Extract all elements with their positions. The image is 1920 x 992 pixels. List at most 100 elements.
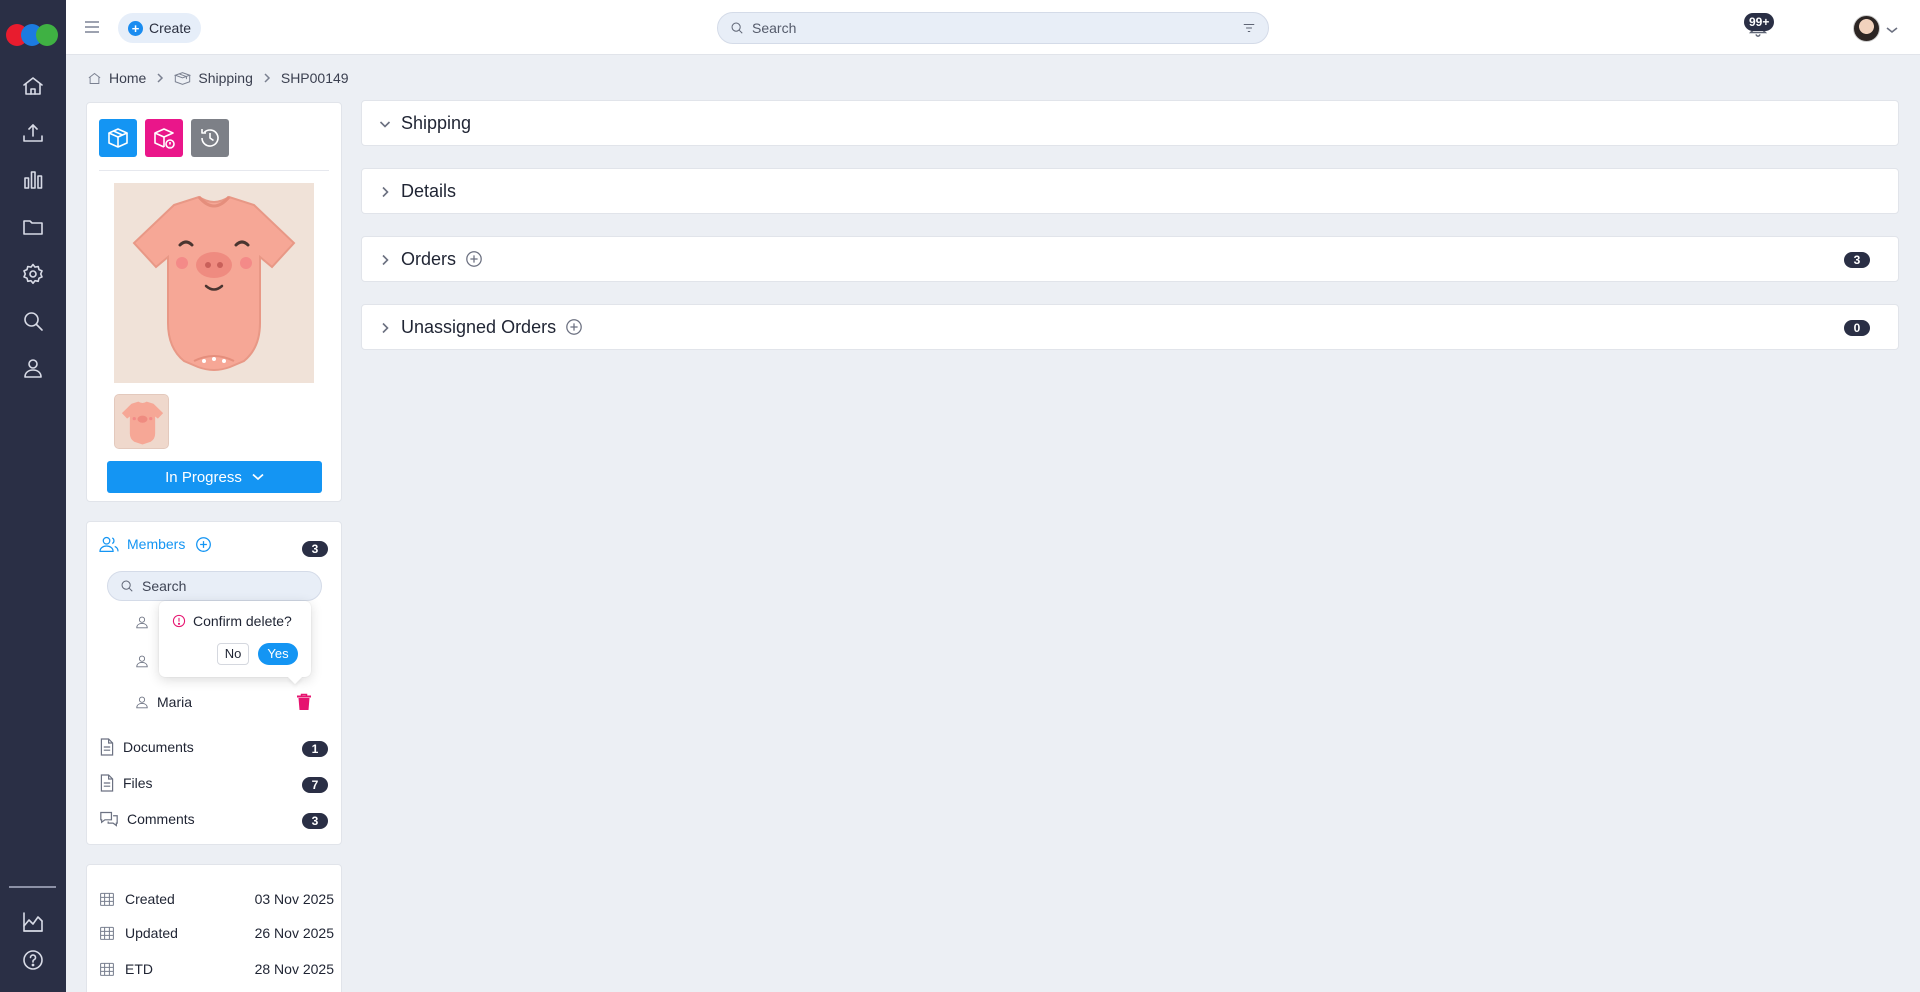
top-bar: + Create Search: [66, 0, 1920, 55]
member-search-input[interactable]: Search: [107, 571, 322, 601]
members-count-badge: 3: [302, 541, 328, 557]
package-alert-icon: [154, 128, 175, 149]
add-order-icon[interactable]: [465, 250, 483, 268]
member-item[interactable]: Maria: [135, 694, 192, 710]
filter-icon[interactable]: [1242, 21, 1256, 35]
trash-icon[interactable]: [296, 693, 312, 711]
section-unassigned-orders[interactable]: Unassigned Orders 0: [361, 304, 1899, 350]
member-item[interactable]: [135, 615, 157, 629]
etd-date-row: ETD 28 Nov 2025: [99, 961, 334, 977]
global-search-placeholder: Search: [752, 20, 797, 36]
files-link[interactable]: Files: [99, 774, 153, 792]
delete-confirm-popover: Confirm delete? No Yes: [159, 601, 311, 677]
section-title: Details: [401, 180, 457, 201]
product-image[interactable]: [114, 183, 314, 383]
add-unassigned-order-icon[interactable]: [565, 318, 583, 336]
unassigned-count-badge: 0: [1844, 320, 1870, 336]
search-icon: [121, 580, 133, 592]
user-icon: [136, 696, 148, 709]
home-icon: [88, 72, 101, 84]
add-member-icon[interactable]: [195, 536, 212, 553]
documents-link[interactable]: Documents: [99, 738, 194, 756]
avatar[interactable]: [1853, 15, 1880, 42]
etd-value: 28 Nov 2025: [254, 961, 334, 977]
members-header[interactable]: Members: [99, 535, 212, 553]
user-icon[interactable]: [19, 354, 47, 382]
confirm-no-button[interactable]: No: [217, 643, 249, 665]
package-type-button[interactable]: [99, 119, 137, 157]
breadcrumb-shipping[interactable]: Shipping: [198, 70, 253, 86]
package-icon: [108, 128, 128, 148]
member-item[interactable]: [135, 654, 157, 668]
search-icon: [731, 22, 743, 34]
calendar-icon: [100, 926, 114, 940]
product-thumbnail[interactable]: [114, 394, 169, 449]
rail-divider: [9, 886, 56, 888]
members-card: Members 3 Search Maria Documents 1 Files…: [86, 521, 342, 845]
global-search-input[interactable]: Search: [717, 12, 1269, 44]
package-alert-button[interactable]: [145, 119, 183, 157]
help-icon[interactable]: [19, 946, 47, 974]
section-title: Orders: [401, 248, 457, 269]
breadcrumb-current: SHP00149: [280, 70, 349, 86]
history-button[interactable]: [191, 119, 229, 157]
plus-icon: +: [128, 20, 143, 36]
section-shipping[interactable]: Shipping: [361, 100, 1899, 146]
confirm-text: Confirm delete?: [193, 613, 292, 629]
files-count-badge: 7: [302, 777, 328, 793]
shipping-box-icon: [174, 71, 192, 85]
create-button[interactable]: + Create: [118, 13, 202, 43]
comments-count-badge: 3: [302, 813, 328, 829]
chevron-right-icon: [264, 73, 270, 83]
documents-label: Documents: [123, 739, 194, 755]
status-label: In Progress: [165, 468, 242, 486]
created-date-row: Created 03 Nov 2025: [99, 891, 334, 907]
comments-label: Comments: [127, 811, 195, 827]
user-icon: [136, 655, 148, 668]
orders-count-badge: 3: [1844, 252, 1870, 268]
updated-date-row: Updated 26 Nov 2025: [99, 925, 334, 941]
analytics-icon[interactable]: [19, 908, 47, 936]
history-icon: [201, 129, 219, 147]
file-icon: [100, 774, 114, 792]
member-search-placeholder: Search: [142, 578, 187, 594]
section-details[interactable]: Details: [361, 168, 1899, 214]
chevron-down-icon: [252, 473, 264, 481]
media-card: In Progress: [86, 102, 342, 502]
files-label: Files: [123, 775, 153, 791]
warning-icon: [172, 614, 186, 628]
section-title: Shipping: [401, 112, 472, 133]
section-title: Unassigned Orders: [401, 316, 557, 337]
chevron-right-icon: [379, 321, 391, 334]
confirm-yes-button[interactable]: Yes: [258, 643, 298, 665]
menu-toggle-icon[interactable]: [84, 18, 100, 36]
chart-icon[interactable]: [19, 166, 47, 194]
app-logo[interactable]: [6, 24, 60, 48]
dates-card: Created 03 Nov 2025 Updated 26 Nov 2025 …: [86, 864, 342, 992]
section-orders[interactable]: Orders 3: [361, 236, 1899, 282]
confirm-message: Confirm delete?: [172, 613, 292, 629]
create-label: Create: [149, 20, 192, 36]
chevron-down-icon: [379, 117, 391, 129]
chevron-down-icon[interactable]: [1886, 22, 1898, 34]
chevron-right-icon: [379, 185, 391, 198]
gear-icon[interactable]: [19, 260, 47, 288]
divider: [99, 170, 329, 171]
comments-icon: [100, 811, 118, 827]
chevron-right-icon: [157, 73, 164, 83]
documents-count-badge: 1: [302, 741, 328, 757]
calendar-icon: [100, 892, 114, 906]
notifications-badge: 99+: [1744, 13, 1775, 31]
breadcrumb: Home Shipping SHP00149: [87, 68, 349, 88]
search-icon[interactable]: [19, 307, 47, 335]
upload-icon[interactable]: [19, 119, 47, 147]
folder-icon[interactable]: [19, 213, 47, 241]
comments-link[interactable]: Comments: [99, 810, 195, 828]
member-name: Maria: [157, 694, 193, 710]
left-rail: [0, 0, 66, 992]
status-dropdown[interactable]: In Progress: [107, 461, 322, 493]
home-icon[interactable]: [19, 72, 47, 100]
updated-label: Updated: [125, 925, 178, 941]
breadcrumb-home[interactable]: Home: [109, 70, 146, 86]
document-icon: [100, 738, 114, 756]
